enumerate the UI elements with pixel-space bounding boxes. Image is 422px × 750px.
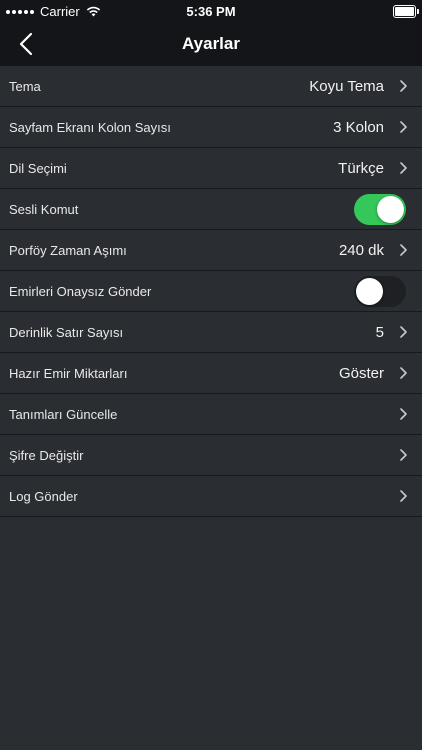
navigation-bar: Ayarlar	[0, 22, 422, 66]
setting-label: Porföy Zaman Aşımı	[9, 242, 127, 258]
setting-row-derinlik[interactable]: Derinlik Satır Sayısı 5	[0, 312, 422, 353]
chevron-right-icon	[400, 80, 407, 92]
setting-value: 5	[375, 323, 384, 341]
chevron-right-icon	[400, 244, 407, 256]
setting-row-log-gonder[interactable]: Log Gönder	[0, 476, 422, 517]
chevron-right-icon	[400, 162, 407, 174]
setting-row-hazir-emir[interactable]: Hazır Emir Miktarları Göster	[0, 353, 422, 394]
chevron-right-icon	[400, 408, 407, 420]
setting-row-sesli-komut: Sesli Komut	[0, 189, 422, 230]
setting-label: Dil Seçimi	[9, 160, 67, 176]
setting-label: Log Gönder	[9, 488, 78, 504]
setting-row-dil-secimi[interactable]: Dil Seçimi Türkçe	[0, 148, 422, 189]
sesli-komut-toggle[interactable]	[354, 193, 406, 225]
settings-list: Tema Koyu Tema Sayfam Ekranı Kolon Sayıs…	[0, 66, 422, 517]
setting-label: Tanımları Güncelle	[9, 406, 118, 422]
toggle-knob	[356, 277, 383, 305]
setting-row-zaman-asimi[interactable]: Porföy Zaman Aşımı 240 dk	[0, 230, 422, 271]
chevron-right-icon	[400, 449, 407, 461]
setting-row-kolon-sayisi[interactable]: Sayfam Ekranı Kolon Sayısı 3 Kolon	[0, 107, 422, 148]
page-title: Ayarlar	[182, 34, 240, 53]
setting-label: Tema	[9, 78, 41, 94]
battery-icon	[393, 5, 419, 18]
chevron-right-icon	[400, 326, 407, 338]
status-bar: Carrier 5:36 PM	[0, 0, 422, 22]
status-time: 5:36 PM	[186, 4, 236, 19]
setting-row-emirleri-onaysiz: Emirleri Onaysız Gönder	[0, 271, 422, 312]
chevron-right-icon	[400, 121, 407, 133]
setting-value: Göster	[338, 364, 384, 382]
setting-row-tanimlari-guncelle[interactable]: Tanımları Güncelle	[0, 394, 422, 435]
setting-label: Hazır Emir Miktarları	[9, 365, 128, 381]
setting-value: Koyu Tema	[309, 77, 384, 95]
emirleri-onaysiz-toggle[interactable]	[354, 275, 406, 307]
setting-label: Sesli Komut	[9, 201, 79, 217]
setting-label: Derinlik Satır Sayısı	[9, 324, 124, 340]
setting-value: 240 dk	[338, 241, 384, 259]
toggle-knob	[377, 195, 404, 223]
setting-value: 3 Kolon	[333, 118, 384, 136]
chevron-right-icon	[400, 490, 407, 502]
setting-value: Türkçe	[338, 159, 384, 177]
setting-label: Emirleri Onaysız Gönder	[9, 283, 152, 299]
setting-label: Sayfam Ekranı Kolon Sayısı	[9, 119, 171, 135]
setting-row-tema[interactable]: Tema Koyu Tema	[0, 66, 422, 107]
setting-label: Şifre Değiştir	[9, 447, 84, 463]
setting-row-sifre-degistir[interactable]: Şifre Değiştir	[0, 435, 422, 476]
chevron-right-icon	[400, 367, 407, 379]
